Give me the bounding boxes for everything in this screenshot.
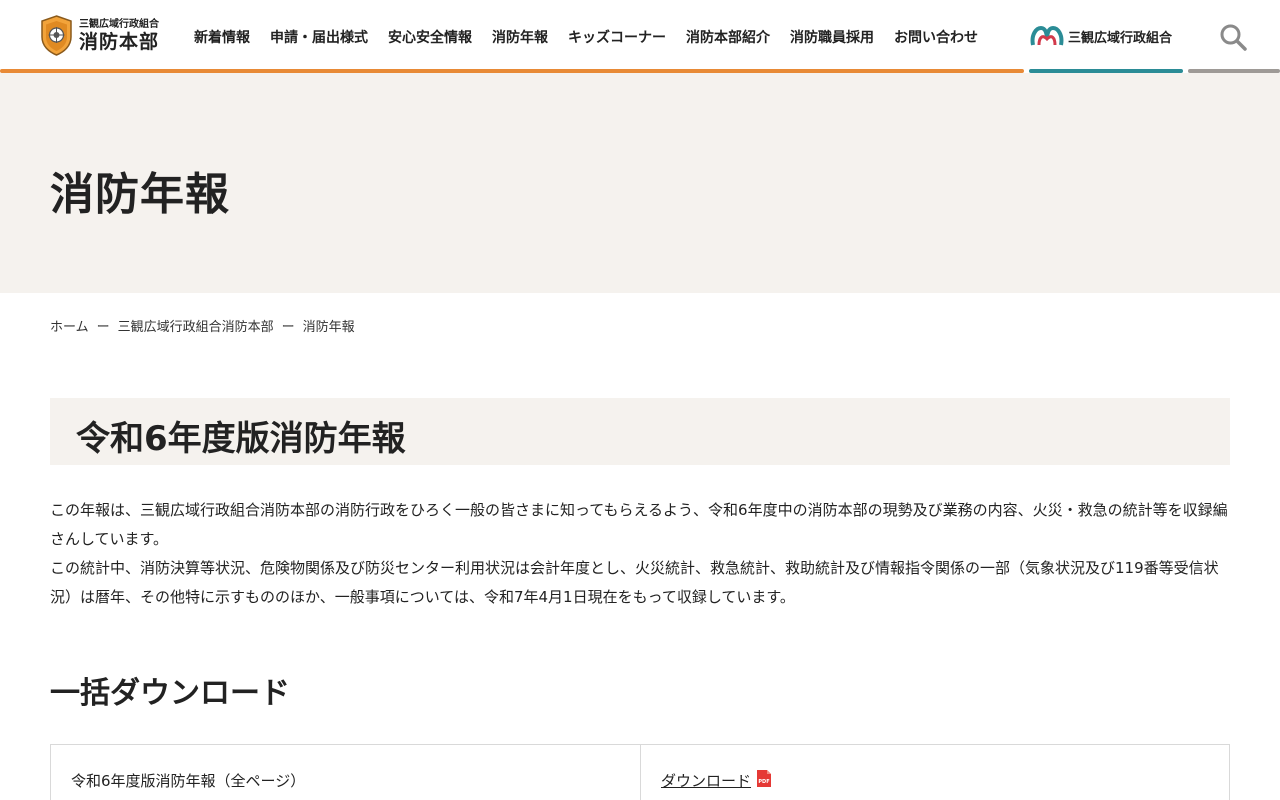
site-header: 三観広域行政組合 消防本部 新着情報 申請・届出様式 安心安全情報 消防年報 キ…: [0, 0, 1280, 73]
breadcrumb: ホーム ー 三観広域行政組合消防本部 ー 消防年報: [50, 316, 355, 335]
breadcrumb-current: 消防年報: [302, 320, 355, 335]
global-nav: 新着情報 申請・届出様式 安心安全情報 消防年報 キッズコーナー 消防本部紹介 …: [194, 27, 978, 47]
download-link-cell: ダウンロード PDF: [641, 745, 791, 800]
intro-paragraph-2: この統計中、消防決算等状況、危険物関係及び防災センター利用状況は会計年度とし、火…: [50, 559, 1219, 606]
site-logo[interactable]: 三観広域行政組合 消防本部: [40, 15, 159, 56]
logo-dept-name: 消防本部: [79, 30, 160, 53]
intro-text: この年報は、三観広域行政組合消防本部の消防行政をひろく一般の皆さまに知ってもらえ…: [50, 496, 1230, 612]
search-icon: [1220, 24, 1247, 51]
breadcrumb-separator: ー: [96, 320, 110, 335]
section-heading-box: 令和6年度版消防年報: [50, 398, 1230, 465]
nav-annual-report[interactable]: 消防年報: [492, 27, 548, 47]
logo-org-name: 三観広域行政組合: [79, 18, 159, 30]
breadcrumb-dept[interactable]: 三観広域行政組合消防本部: [118, 316, 274, 335]
nav-about[interactable]: 消防本部紹介: [686, 27, 770, 47]
section-heading: 令和6年度版消防年報: [76, 419, 406, 459]
download-table: 令和6年度版消防年報（全ページ） ダウンロード PDF: [50, 744, 1230, 800]
logo-text: 三観広域行政組合 消防本部: [79, 19, 159, 53]
nav-contact[interactable]: お問い合わせ: [894, 27, 978, 47]
page-hero: 消防年報: [0, 73, 1280, 293]
kumiai-logo-icon: [1030, 25, 1064, 46]
nav-safety[interactable]: 安心安全情報: [388, 27, 472, 47]
nav-forms[interactable]: 申請・届出様式: [270, 27, 368, 47]
nav-recruit[interactable]: 消防職員採用: [790, 27, 874, 47]
breadcrumb-separator: ー: [281, 320, 295, 335]
intro-paragraph-1: この年報は、三観広域行政組合消防本部の消防行政をひろく一般の皆さまに知ってもらえ…: [50, 501, 1228, 548]
page-title: 消防年報: [50, 169, 230, 220]
kumiai-link[interactable]: 三観広域行政組合: [1030, 25, 1172, 47]
fire-dept-emblem-icon: [41, 15, 72, 56]
nav-news[interactable]: 新着情報: [194, 27, 250, 47]
breadcrumb-home[interactable]: ホーム: [50, 316, 89, 335]
download-link[interactable]: ダウンロード: [661, 770, 751, 791]
svg-text:PDF: PDF: [758, 779, 769, 785]
pdf-icon: PDF: [757, 770, 772, 787]
search-button[interactable]: [1218, 22, 1248, 52]
download-file-name: 令和6年度版消防年報（全ページ）: [51, 745, 641, 800]
download-heading: 一括ダウンロード: [50, 676, 290, 711]
kumiai-label: 三観広域行政組合: [1068, 30, 1173, 46]
nav-kids[interactable]: キッズコーナー: [568, 27, 666, 47]
